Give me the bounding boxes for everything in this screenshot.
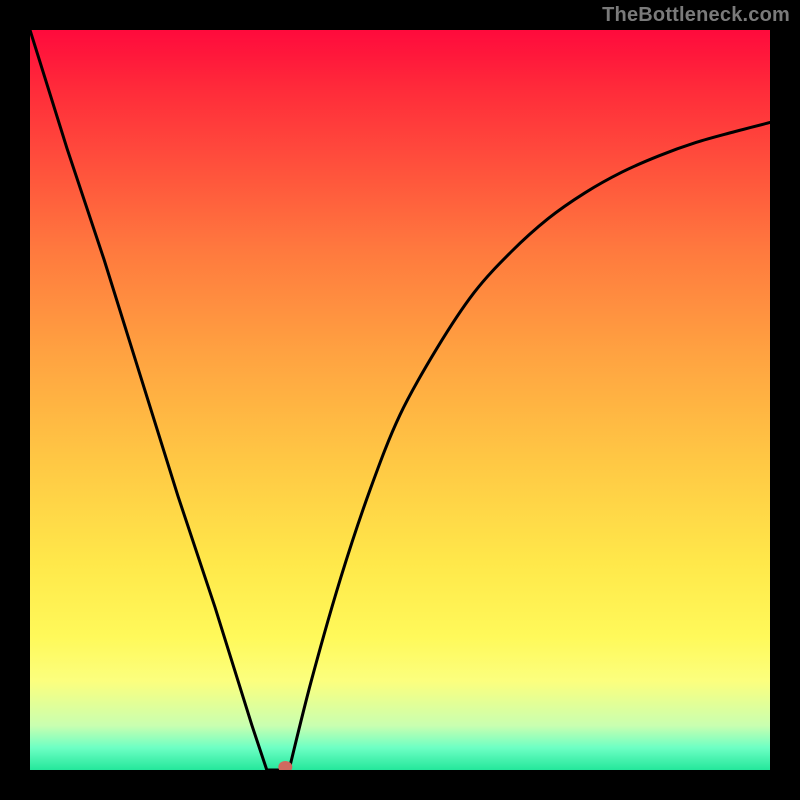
- curve-layer: [30, 30, 770, 770]
- plot-area: [30, 30, 770, 770]
- bottleneck-curve: [30, 30, 770, 770]
- chart-stage: TheBottleneck.com: [0, 0, 800, 800]
- watermark-text: TheBottleneck.com: [602, 4, 790, 27]
